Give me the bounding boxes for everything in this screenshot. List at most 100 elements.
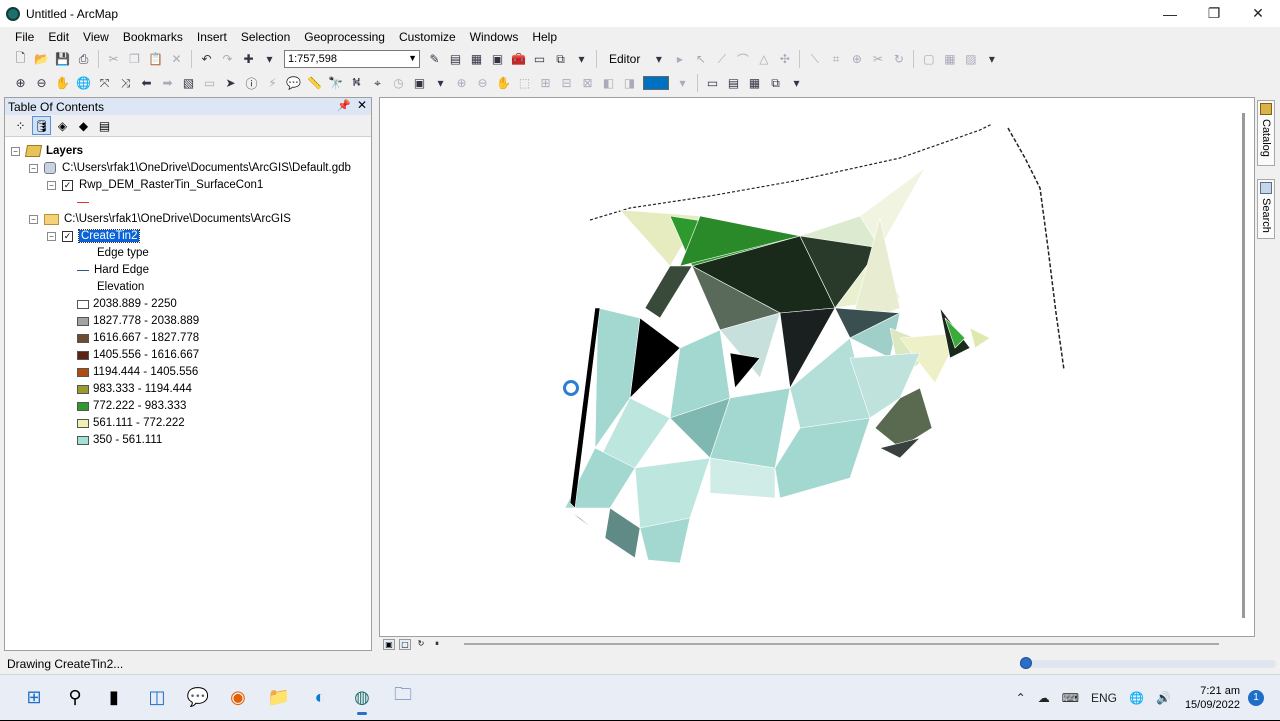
layout-back-icon[interactable]: ◧ xyxy=(599,73,619,93)
zoom-in-icon[interactable]: ⊕ xyxy=(11,73,31,93)
data-view-icon[interactable]: ▣ xyxy=(383,638,395,650)
clear-selection-icon[interactable]: ▭ xyxy=(200,73,220,93)
pause-drawing-icon[interactable]: ⏸ xyxy=(431,639,443,650)
chevron-down-icon[interactable]: ▾ xyxy=(982,49,1002,69)
zoom-whole-page-icon[interactable]: ⬚ xyxy=(515,73,535,93)
file-explorer-icon[interactable]: 📁 xyxy=(265,683,293,711)
editor-toolbar-icon[interactable]: ✎ xyxy=(425,49,445,69)
collapse-icon[interactable]: − xyxy=(47,231,56,241)
hyperlink-icon[interactable]: ⚡ xyxy=(263,73,283,93)
end-point-arc-icon[interactable]: ⌒ xyxy=(733,49,753,69)
catalog-tab[interactable]: Catalog xyxy=(1257,100,1275,166)
focus-data-frame-icon[interactable]: ▤ xyxy=(724,73,744,93)
widgets-icon[interactable]: ◫ xyxy=(143,683,171,711)
go-forward-icon[interactable]: ➡ xyxy=(158,73,178,93)
close-icon[interactable]: ✕ xyxy=(357,98,367,112)
chevron-down-icon[interactable]: ▾ xyxy=(787,73,807,93)
network-icon[interactable]: 🌐 xyxy=(1129,691,1144,705)
fixed-zoom-out-icon[interactable]: ⤨ xyxy=(116,73,136,93)
data-source-default-gdb[interactable]: − C:\Users\rfak1\OneDrive\Documents\ArcG… xyxy=(29,160,351,176)
refresh-icon[interactable]: ↻ xyxy=(415,639,427,650)
search-tab[interactable]: Search xyxy=(1257,179,1275,239)
keyboard-icon[interactable]: ⌨ xyxy=(1062,691,1079,705)
pin-icon[interactable]: 📌 xyxy=(337,99,351,112)
go-to-xy-icon[interactable]: ⌖ xyxy=(368,73,388,93)
zoom-out-icon[interactable]: ⊖ xyxy=(32,73,52,93)
chevron-down-icon[interactable]: ▾ xyxy=(572,49,592,69)
list-by-visibility-icon[interactable]: ◈ xyxy=(53,116,72,135)
redo-icon[interactable]: ↷ xyxy=(218,49,238,69)
menu-file[interactable]: File xyxy=(8,30,41,44)
menu-geoprocessing[interactable]: Geoprocessing xyxy=(297,30,392,44)
edit-tool-icon[interactable]: ▸ xyxy=(670,49,690,69)
split-icon[interactable]: ✂ xyxy=(868,49,888,69)
fixed-zoom-in-icon[interactable]: ⤧ xyxy=(95,73,115,93)
menu-customize[interactable]: Customize xyxy=(392,30,463,44)
catalog-window-icon[interactable]: ▦ xyxy=(467,49,487,69)
chevron-down-icon[interactable]: ▾ xyxy=(260,49,280,69)
open-folder-icon[interactable]: 📂 xyxy=(32,49,52,69)
onedrive-icon[interactable]: ☁ xyxy=(1038,691,1050,705)
close-button[interactable]: ✕ xyxy=(1236,0,1280,27)
options-icon[interactable]: ▤ xyxy=(95,116,114,135)
sketch-properties-icon[interactable]: ▦ xyxy=(940,49,960,69)
menu-insert[interactable]: Insert xyxy=(190,30,234,44)
pan-icon[interactable]: ✋ xyxy=(53,73,73,93)
go-back-icon[interactable]: ⬅ xyxy=(137,73,157,93)
copy-icon[interactable]: ❐ xyxy=(125,49,145,69)
layout-fixed-zoom-out-icon[interactable]: ⊠ xyxy=(578,73,598,93)
menu-help[interactable]: Help xyxy=(525,30,564,44)
editor-menu-button[interactable]: Editor xyxy=(605,52,644,66)
delete-icon[interactable]: ✕ xyxy=(167,49,187,69)
list-by-drawing-order-icon[interactable]: ⁘ xyxy=(11,116,30,135)
full-extent-icon[interactable]: 🌐 xyxy=(74,73,94,93)
layer-rwp-dem[interactable]: − ✓ Rwp_DEM_RasterTin_SurfaceCon1 xyxy=(47,177,263,193)
clock[interactable]: 7:21 am 15/09/2022 xyxy=(1185,684,1240,712)
maximize-button[interactable]: ❐ xyxy=(1192,0,1236,27)
map-view[interactable] xyxy=(379,97,1255,637)
menu-edit[interactable]: Edit xyxy=(41,30,76,44)
vertical-scrollbar[interactable] xyxy=(1242,113,1245,618)
reshape-icon[interactable]: ⌗ xyxy=(826,49,846,69)
layout-pan-icon[interactable]: ✋ xyxy=(494,73,514,93)
menu-view[interactable]: View xyxy=(76,30,116,44)
data-driven-pages-icon[interactable]: ⧉ xyxy=(766,73,786,93)
collapse-icon[interactable]: − xyxy=(29,214,38,224)
chevron-down-icon[interactable]: ▾ xyxy=(431,73,451,93)
add-data-icon[interactable]: ✚ xyxy=(239,49,259,69)
collapse-icon[interactable]: − xyxy=(11,146,20,156)
layer-createtin2[interactable]: − ✓ CreateTin2 xyxy=(47,228,141,244)
select-elements-icon[interactable]: ➤ xyxy=(221,73,241,93)
arccatalog-taskbar-icon[interactable]: 🗀 xyxy=(389,683,417,711)
paste-icon[interactable]: 📋 xyxy=(146,49,166,69)
cut-polygons-icon[interactable]: ⊕ xyxy=(847,49,867,69)
horizontal-scrollbar[interactable] xyxy=(464,643,1219,645)
menu-windows[interactable]: Windows xyxy=(463,30,526,44)
minimize-button[interactable]: — xyxy=(1148,0,1192,27)
rotate-icon[interactable]: ↻ xyxy=(889,49,909,69)
layout-forward-icon[interactable]: ◨ xyxy=(620,73,640,93)
chevron-down-icon[interactable]: ▾ xyxy=(649,49,669,69)
layout-zoom-in-icon[interactable]: ⊕ xyxy=(452,73,472,93)
map-scale-combobox[interactable]: 1:757,598 ▼ xyxy=(284,50,420,68)
toggle-draft-mode-icon[interactable]: ▭ xyxy=(703,73,723,93)
task-view-icon[interactable]: ▮ xyxy=(100,683,128,711)
time-slider-icon[interactable]: ◷ xyxy=(389,73,409,93)
html-popup-icon[interactable]: 💬 xyxy=(284,73,304,93)
cut-icon[interactable]: ✂ xyxy=(104,49,124,69)
color-swatch[interactable] xyxy=(643,76,669,90)
data-source-arcgis-folder[interactable]: − C:\Users\rfak1\OneDrive\Documents\ArcG… xyxy=(29,211,291,227)
search-icon[interactable]: ⚲ xyxy=(61,683,89,711)
zoom-100-icon[interactable]: ⊞ xyxy=(536,73,556,93)
save-icon[interactable]: 💾 xyxy=(53,49,73,69)
measure-icon[interactable]: 📏 xyxy=(305,73,325,93)
layout-zoom-out-icon[interactable]: ⊖ xyxy=(473,73,493,93)
arcmap-taskbar-icon[interactable]: ◍ xyxy=(348,683,376,715)
chevron-up-icon[interactable]: ⌃ xyxy=(1016,691,1026,705)
start-icon[interactable]: ⊞ xyxy=(20,683,48,711)
firefox-icon[interactable]: ◉ xyxy=(224,683,252,711)
new-document-icon[interactable]: 🗋 xyxy=(11,49,31,69)
layout-view-icon[interactable]: ▢ xyxy=(399,638,411,650)
layer-visibility-checkbox[interactable]: ✓ xyxy=(62,179,73,191)
select-features-icon[interactable]: ▧ xyxy=(179,73,199,93)
